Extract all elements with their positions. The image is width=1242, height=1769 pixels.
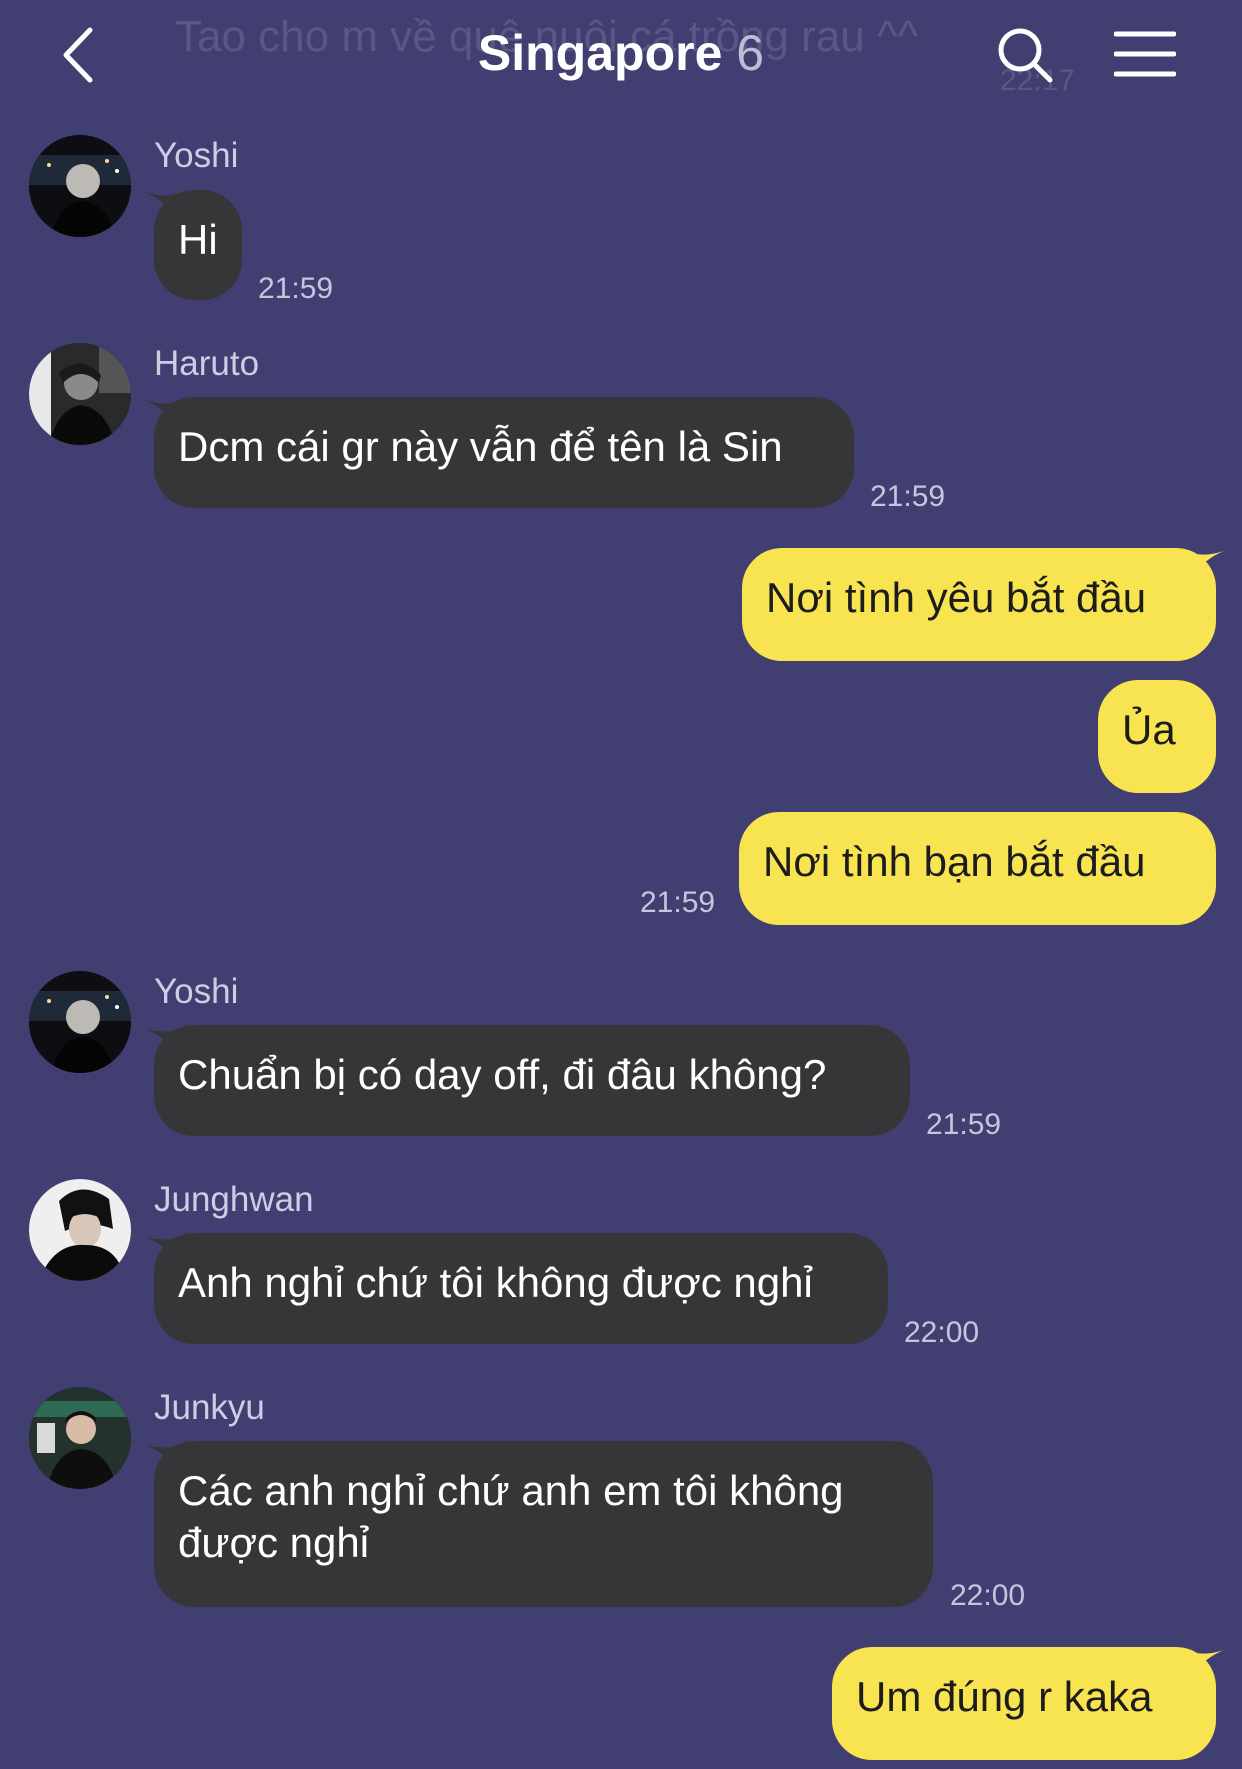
message-bubble[interactable]: Dcm cái gr này vẫn để tên là Sin xyxy=(154,397,854,508)
chat-title: Singapore 6 xyxy=(0,24,1242,82)
sender-name: Junkyu xyxy=(154,1388,265,1427)
message-time: 22:00 xyxy=(904,1316,980,1349)
message-text-line: Các anh nghỉ chứ anh em tôi không xyxy=(178,1467,844,1514)
sender-name: Yoshi xyxy=(154,972,239,1011)
sender-name: Haruto xyxy=(154,344,260,383)
message-bubble[interactable]: Hi xyxy=(154,190,242,300)
message-time: 21:59 xyxy=(926,1108,1002,1141)
message-bubble[interactable]: Nơi tình bạn bắt đầu xyxy=(739,812,1216,925)
avatar[interactable] xyxy=(29,135,131,237)
avatar-photo xyxy=(29,971,131,1073)
message-time: 21:59 xyxy=(258,272,334,305)
search-icon[interactable] xyxy=(996,26,1054,84)
message-time: 21:59 xyxy=(870,480,946,513)
member-count: 6 xyxy=(736,25,765,81)
message-bubble[interactable]: Anh nghỉ chứ tôi không được nghỉ xyxy=(154,1233,888,1344)
menu-icon[interactable] xyxy=(1114,30,1176,78)
message-bubble[interactable]: Các anh nghỉ chứ anh em tôi không được n… xyxy=(154,1441,933,1607)
sender-name: Yoshi xyxy=(154,136,239,175)
avatar[interactable] xyxy=(29,343,131,445)
avatar-photo xyxy=(29,1387,131,1489)
message-time: 21:59 xyxy=(640,886,716,919)
message-bubble[interactable]: Um đúng r kaka xyxy=(832,1647,1216,1760)
avatar[interactable] xyxy=(29,1387,131,1489)
message-bubble[interactable]: Ủa xyxy=(1098,680,1216,793)
message-text-line: được nghỉ xyxy=(178,1519,370,1566)
avatar[interactable] xyxy=(29,971,131,1073)
message-bubble[interactable]: Nơi tình yêu bắt đầu xyxy=(742,548,1216,661)
sender-name: Junghwan xyxy=(154,1180,314,1219)
message-bubble[interactable]: Chuẩn bị có day off, đi đâu không? xyxy=(154,1025,910,1136)
avatar-photo xyxy=(29,343,131,445)
avatar-photo xyxy=(29,135,131,237)
avatar-photo xyxy=(29,1179,131,1281)
chat-name: Singapore xyxy=(477,25,723,81)
message-time: 22:00 xyxy=(950,1579,1026,1612)
avatar[interactable] xyxy=(29,1179,131,1281)
chat-header: Tao cho m về quê nuôi cá trồng rau ^^ 22… xyxy=(0,0,1242,110)
